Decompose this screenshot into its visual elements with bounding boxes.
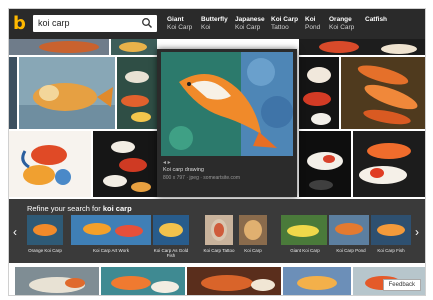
search-icon[interactable] — [141, 17, 153, 29]
related-caption[interactable]: Koi Carp Art Work — [91, 248, 131, 253]
related-caption[interactable]: Koi Carp As Gold Fish — [151, 248, 191, 258]
image-result[interactable] — [299, 57, 339, 129]
bing-logo-icon[interactable]: b — [13, 14, 29, 34]
preview-image[interactable] — [161, 52, 293, 156]
related-searches-strip: Refine your search for koi carp ‹ › Oran… — [9, 199, 425, 263]
search-query-text: koi carp — [38, 18, 70, 28]
image-result[interactable] — [15, 267, 99, 295]
related-search-pond[interactable]: Koi Pond — [305, 16, 320, 32]
image-result[interactable] — [299, 131, 351, 197]
feedback-button[interactable]: Feedback — [382, 279, 421, 291]
image-result[interactable] — [117, 57, 157, 129]
related-thumb[interactable] — [27, 215, 63, 245]
image-result[interactable] — [353, 131, 425, 197]
related-thumb[interactable] — [205, 215, 233, 245]
image-result[interactable] — [19, 57, 115, 129]
related-caption[interactable]: Koi Carp — [233, 248, 273, 253]
related-thumb[interactable] — [71, 215, 151, 245]
related-caption[interactable]: Koi Carp Pond — [331, 248, 371, 253]
related-thumb[interactable] — [281, 215, 327, 245]
image-result[interactable] — [9, 131, 91, 197]
related-caption[interactable]: Giant Koi Carp — [285, 248, 325, 253]
related-caption[interactable]: Orange Koi Carp — [25, 248, 65, 253]
preview-arrow-icon[interactable]: ◂ ▸ — [163, 159, 171, 166]
search-input[interactable]: koi carp — [33, 15, 157, 32]
related-search-tattoo[interactable]: Koi Carp Tattoo — [271, 16, 298, 32]
image-result[interactable] — [101, 267, 185, 295]
related-search-catfish[interactable]: Catfish — [365, 16, 387, 24]
image-result[interactable] — [9, 57, 17, 129]
related-search-japanese[interactable]: Japanese Koi Carp — [235, 16, 265, 32]
image-result[interactable] — [111, 39, 157, 55]
image-result[interactable] — [93, 131, 157, 197]
image-result[interactable] — [341, 57, 425, 129]
related-thumb[interactable] — [329, 215, 369, 245]
related-heading: Refine your search for koi carp — [27, 204, 132, 213]
search-header: b koi carp Giant Koi Carp Butterfly Koi Ja… — [9, 9, 425, 39]
browser-frame: b koi carp Giant Koi Carp Butterfly Koi Ja… — [8, 8, 426, 296]
image-result[interactable] — [299, 39, 425, 55]
image-result[interactable] — [187, 267, 281, 295]
related-thumb[interactable] — [153, 215, 189, 245]
preview-meta: 800 x 797 · jpeg · someartsite.com — [163, 175, 240, 181]
related-search-butterfly[interactable]: Butterfly Koi — [201, 16, 228, 32]
image-preview-panel[interactable]: ◂ ▸ Koi carp drawing 800 x 797 · jpeg · … — [157, 49, 297, 197]
related-thumb[interactable] — [239, 215, 267, 245]
related-search-giant[interactable]: Giant Koi Carp — [167, 16, 192, 32]
chevron-right-icon[interactable]: › — [415, 225, 419, 239]
chevron-left-icon[interactable]: ‹ — [13, 225, 17, 239]
image-result[interactable] — [283, 267, 351, 295]
related-thumb[interactable] — [371, 215, 411, 245]
related-search-orange[interactable]: Orange Koi Carp — [329, 16, 354, 32]
preview-title[interactable]: Koi carp drawing — [163, 167, 204, 173]
related-caption[interactable]: Koi Carp Fish — [371, 248, 411, 253]
image-result[interactable] — [9, 39, 109, 55]
